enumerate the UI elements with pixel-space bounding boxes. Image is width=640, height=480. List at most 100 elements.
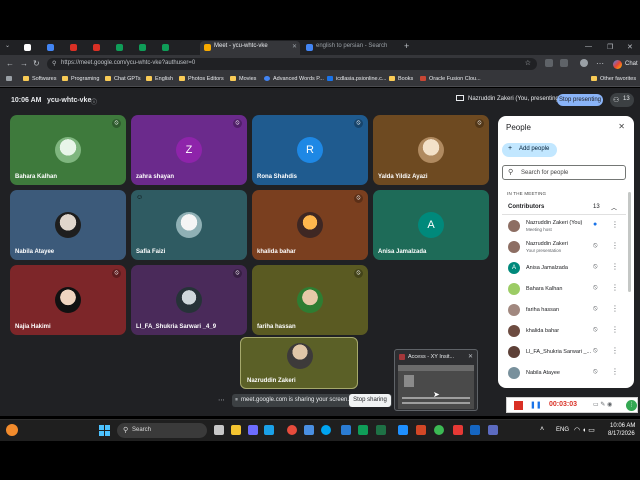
browser-icon[interactable]	[321, 425, 331, 435]
more-icon[interactable]: ⋯	[596, 59, 604, 68]
mic-off-icon[interactable]: ⦸	[593, 305, 598, 313]
people-search-input[interactable]: ⚲ Search for people	[502, 165, 626, 180]
recorder-tools[interactable]: ▭ ✎ ◉	[593, 401, 612, 408]
app-icon[interactable]	[358, 425, 368, 435]
taskbar-search[interactable]: ⚲ Search	[117, 423, 207, 438]
presenter-tile[interactable]: Nazruddin Zakeri	[240, 337, 358, 389]
participant-tile[interactable]: ⦸ fariha hassan	[252, 265, 368, 335]
reload-icon[interactable]: ↻	[33, 59, 40, 68]
more-actions-icon[interactable]: ●	[593, 221, 597, 228]
kebab-menu-icon[interactable]: ⋮	[611, 304, 619, 313]
tab-5[interactable]	[112, 41, 132, 55]
chevron-up-icon[interactable]: ˄	[540, 426, 544, 433]
acrobat-icon[interactable]	[453, 425, 463, 435]
tab-1[interactable]	[20, 41, 40, 55]
site-info-icon[interactable]: ⚲	[52, 60, 56, 67]
contributors-section-header[interactable]: Contributors 13 ︿	[502, 200, 626, 215]
star-icon[interactable]: ☆	[525, 59, 531, 67]
more-options-icon[interactable]: ⋯	[218, 396, 225, 404]
participant-tile[interactable]: ⦸ Bahara Kalhan	[10, 115, 126, 185]
bookmark-link[interactable]: Oracle Fusion Clou...	[420, 76, 481, 82]
edge-icon[interactable]	[264, 425, 274, 435]
bookmark-folder[interactable]: Chat GPTs	[105, 76, 141, 82]
panel-scrollbar[interactable]	[628, 192, 631, 292]
participant-tile[interactable]: ⦸ Najia Hakimi	[10, 265, 126, 335]
task-view-icon[interactable]	[214, 425, 224, 435]
tab-list-button[interactable]: ⌄	[3, 41, 13, 55]
file-explorer-icon[interactable]	[231, 425, 241, 435]
participants-button[interactable]: ⚇ 13	[610, 93, 634, 107]
kebab-menu-icon[interactable]: ⋮	[611, 241, 619, 250]
tab-6[interactable]	[135, 41, 155, 55]
start-button[interactable]	[99, 425, 110, 436]
participant-tile[interactable]: ⦸ Yalda Yildiz Ayazi	[373, 115, 489, 185]
tab-4[interactable]	[89, 41, 109, 55]
tab-meet[interactable]: Meet - ycu-whtc-vke ✕	[200, 41, 300, 55]
minimize-icon[interactable]: —	[585, 43, 592, 50]
bookmark-folder[interactable]: Movies	[230, 76, 256, 82]
participant-list-item[interactable]: Nazruddin Zakeri (You) Meeting host ● ⋮	[502, 216, 626, 237]
participant-tile[interactable]: R ⦸ Rona Shahdis	[252, 115, 368, 185]
language-indicator[interactable]: ENG	[556, 427, 569, 433]
app-icon[interactable]	[398, 425, 408, 435]
close-icon[interactable]: ✕	[468, 353, 473, 360]
back-icon[interactable]: ←	[6, 59, 14, 68]
copilot-chat-button[interactable]: Chat	[610, 58, 638, 70]
teams-icon[interactable]	[248, 425, 258, 435]
other-favorites[interactable]: Other favorites	[591, 76, 636, 82]
forward-icon[interactable]: →	[20, 59, 28, 68]
stop-sharing-button[interactable]: Stop sharing	[349, 394, 391, 407]
tab-search[interactable]: english to persian - Search	[302, 41, 402, 55]
participant-list-item[interactable]: A Anisa Jamalzada ⦸ ⋮	[502, 258, 626, 279]
profile-avatar[interactable]	[580, 59, 588, 67]
weather-icon[interactable]	[6, 424, 18, 436]
present-off-icon[interactable]: ⦸	[593, 242, 598, 250]
shared-window-preview[interactable]: Access - XY Insit... ✕ ➤	[394, 349, 478, 411]
participant-tile[interactable]: A Anisa Jamalzada	[373, 190, 489, 260]
app-icon[interactable]	[304, 425, 314, 435]
recorder-menu-icon[interactable]: ⋮	[626, 400, 637, 411]
mic-off-icon[interactable]: ⦸	[593, 347, 598, 355]
restore-icon[interactable]: ❐	[607, 43, 613, 51]
address-bar[interactable]: ⚲ https://meet.google.com/ycu-whtc-vke?a…	[47, 58, 537, 70]
kebab-menu-icon[interactable]: ⋮	[611, 346, 619, 355]
participant-list-item[interactable]: Bahara Kalhan ⦸ ⋮	[502, 279, 626, 300]
powerpoint-icon[interactable]	[416, 425, 426, 435]
participant-list-item[interactable]: khalida bahar ⦸ ⋮	[502, 321, 626, 342]
kebab-menu-icon[interactable]: ⋮	[611, 262, 619, 271]
extensions-icon[interactable]	[545, 59, 553, 67]
add-people-button[interactable]: + Add people	[502, 143, 557, 157]
mic-off-icon[interactable]: ⦸	[593, 263, 598, 271]
mic-off-icon[interactable]: ⦸	[593, 368, 598, 376]
clock-time[interactable]: 10:06 AM	[610, 423, 635, 429]
participant-tile[interactable]: Nabila Atayee	[10, 190, 126, 260]
close-window-icon[interactable]: ✕	[627, 43, 633, 51]
mic-off-icon[interactable]: ⦸	[593, 284, 598, 292]
clock-date[interactable]: 8/17/2026	[608, 431, 635, 437]
info-icon[interactable]: ⓘ	[91, 97, 97, 106]
stop-presenting-button[interactable]: Stop presenting	[557, 94, 603, 106]
bookmark-folder[interactable]: Photos Editors	[179, 76, 224, 82]
kebab-menu-icon[interactable]: ⋮	[611, 367, 619, 376]
app-icon[interactable]	[488, 425, 498, 435]
bookmark-folder[interactable]: Books	[389, 76, 413, 82]
bookmark-folder[interactable]: Softwares	[23, 76, 56, 82]
new-tab-button[interactable]: +	[404, 41, 409, 51]
tab-7[interactable]	[158, 41, 178, 55]
excel-icon[interactable]	[376, 425, 386, 435]
bookmark-apps-icon[interactable]	[6, 76, 15, 82]
bookmark-link[interactable]: Advanced Words P...	[264, 76, 324, 82]
kebab-menu-icon[interactable]: ⋮	[611, 220, 619, 229]
close-icon[interactable]: ✕	[618, 122, 625, 131]
participant-tile[interactable]: ⦸ Ll_FA_Shukria Sarwari _4_9	[131, 265, 247, 335]
word-icon[interactable]	[341, 425, 351, 435]
pause-icon[interactable]: ❚❚	[530, 401, 542, 409]
chrome-icon[interactable]	[434, 425, 444, 435]
participant-tile[interactable]: Z ⦸ zahra shayan	[131, 115, 247, 185]
favorites-icon[interactable]	[560, 59, 568, 67]
bookmark-folder[interactable]: English	[146, 76, 173, 82]
mic-off-icon[interactable]: ⦸	[593, 326, 598, 334]
kebab-menu-icon[interactable]: ⋮	[611, 283, 619, 292]
system-tray-icons[interactable]: ◠ ◖ ▭	[574, 426, 595, 434]
tab-3[interactable]	[66, 41, 86, 55]
